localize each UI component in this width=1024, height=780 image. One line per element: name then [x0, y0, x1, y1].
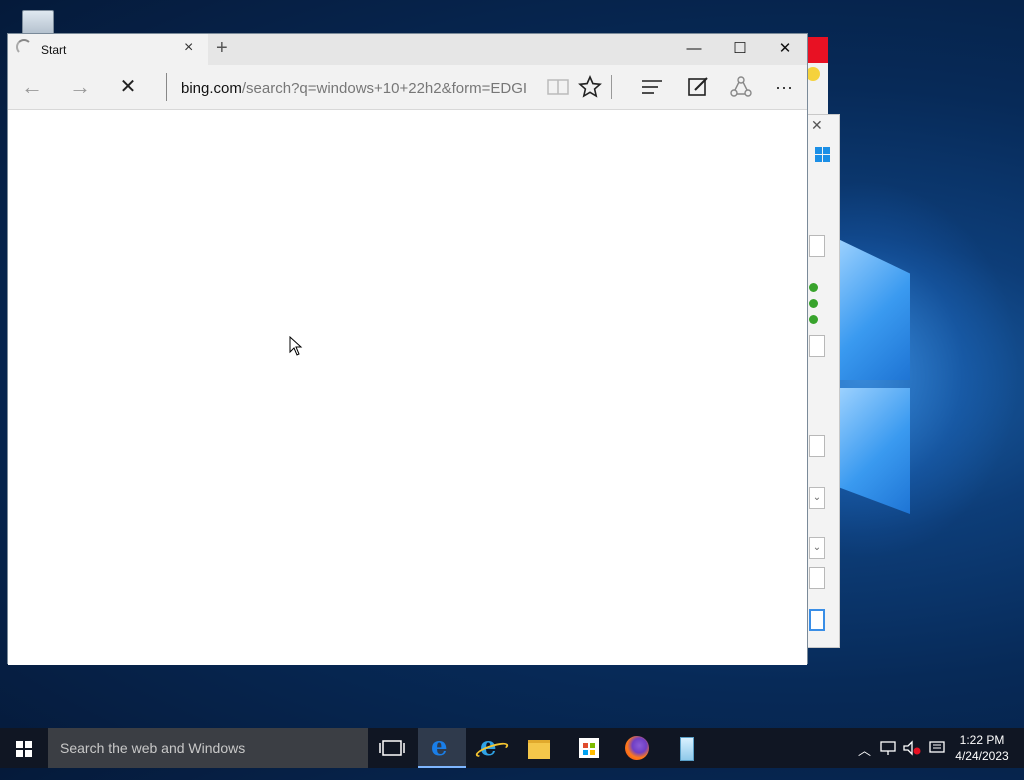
edge-icon: e — [431, 732, 448, 762]
edge-taskbar-button[interactable]: e — [418, 728, 466, 768]
file-explorer-icon — [528, 740, 550, 759]
dropdown[interactable]: ⌄ — [809, 487, 825, 509]
edge-browser-window[interactable]: Start × + — ☐ ✕ ← → ✕ bing.com/search?q=… — [7, 33, 808, 665]
web-note-icon[interactable] — [686, 75, 710, 99]
status-dot — [809, 283, 818, 292]
volume-muted-icon[interactable] — [902, 740, 922, 756]
clock-time: 1:22 PM — [959, 733, 1005, 747]
task-view-icon[interactable] — [368, 728, 416, 768]
forward-button[interactable]: → — [66, 73, 94, 101]
status-dot — [809, 299, 818, 308]
show-hidden-icons-chevron-icon[interactable]: ︿ — [858, 740, 871, 780]
loading-spinner-icon — [16, 39, 32, 55]
close-window-button[interactable]: ✕ — [762, 34, 808, 65]
clock[interactable]: 1:22 PM 4/24/2023 — [948, 732, 1016, 764]
minimize-button[interactable]: — — [671, 34, 717, 65]
app-taskbar-button[interactable] — [662, 728, 710, 768]
app-icon — [680, 737, 694, 761]
hub-icon[interactable] — [640, 75, 664, 99]
share-icon[interactable] — [729, 75, 753, 99]
more-actions-button[interactable]: ··· — [770, 73, 798, 101]
input-field[interactable] — [809, 435, 825, 457]
mouse-cursor-icon — [289, 336, 303, 356]
new-tab-button[interactable]: + — [216, 37, 228, 60]
address-text[interactable]: bing.com/search?q=windows+10+22h2&form=E… — [181, 80, 527, 97]
browser-tab[interactable]: Start × — [8, 34, 208, 65]
close-icon[interactable]: ✕ — [811, 117, 823, 134]
tab-close-button[interactable]: × — [184, 39, 193, 57]
maximize-button[interactable]: ☐ — [717, 34, 763, 65]
recycle-bin-icon[interactable] — [18, 6, 58, 40]
focused-input[interactable] — [809, 609, 825, 631]
dropdown[interactable]: ⌄ — [809, 537, 825, 559]
page-content[interactable] — [8, 110, 807, 665]
background-window[interactable]: ✕ ⌄ ⌄ — [806, 114, 840, 648]
taskbar: Search the web and Windows e e ︿ 1:22 PM… — [0, 728, 1024, 768]
action-center-icon[interactable] — [928, 740, 946, 756]
search-placeholder: Search the web and Windows — [60, 740, 246, 756]
store-icon — [579, 738, 599, 758]
input-field[interactable] — [809, 335, 825, 357]
reading-view-icon[interactable] — [546, 77, 570, 97]
input-field[interactable] — [809, 567, 825, 589]
tab-title: Start — [41, 43, 67, 57]
favorite-star-icon[interactable] — [578, 75, 602, 99]
taskbar-search-box[interactable]: Search the web and Windows — [48, 728, 368, 768]
address-domain: bing.com — [181, 80, 242, 97]
input-field[interactable] — [809, 235, 825, 257]
internet-explorer-taskbar-button[interactable]: e — [466, 728, 514, 768]
status-dot — [809, 315, 818, 324]
file-explorer-taskbar-button[interactable] — [514, 728, 562, 768]
firefox-taskbar-button[interactable] — [612, 728, 660, 768]
network-icon[interactable] — [878, 740, 898, 756]
clock-date: 4/24/2023 — [955, 749, 1009, 763]
emoji-icon — [806, 67, 820, 81]
toolbar-divider — [611, 75, 612, 99]
firefox-icon — [625, 736, 649, 760]
back-button[interactable]: ← — [18, 73, 46, 101]
start-button[interactable] — [0, 728, 48, 768]
windows-logo-icon — [815, 147, 831, 163]
navigation-bar: ← → ✕ bing.com/search?q=windows+10+22h2&… — [8, 65, 807, 110]
stop-button[interactable]: ✕ — [114, 73, 142, 101]
address-path: /search?q=windows+10+22h2&form=EDGI — [241, 80, 528, 97]
address-bar[interactable]: bing.com/search?q=windows+10+22h2&form=E… — [166, 73, 542, 101]
store-taskbar-button[interactable] — [564, 728, 612, 768]
title-bar: Start × + — ☐ ✕ — [8, 34, 807, 65]
